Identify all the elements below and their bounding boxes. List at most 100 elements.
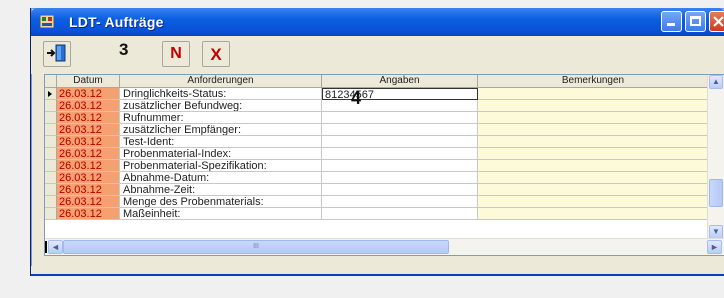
table-row[interactable]: 26.03.12 zusätzlicher Empfänger:	[45, 124, 709, 136]
value-cell[interactable]	[322, 172, 478, 184]
scroll-up-button[interactable]: ▲	[709, 75, 723, 89]
remarks-cell[interactable]	[478, 136, 709, 148]
remarks-cell[interactable]	[478, 160, 709, 172]
exit-door-icon	[47, 44, 66, 62]
remarks-cell[interactable]	[478, 88, 709, 100]
row-indicator[interactable]	[45, 100, 57, 112]
remarks-cell[interactable]	[478, 124, 709, 136]
scroll-right-button[interactable]: ►	[707, 240, 722, 254]
table-row[interactable]: 26.03.12 Dringlichkeits-Status: 81234567	[45, 88, 709, 100]
maximize-icon	[690, 16, 701, 26]
date-cell[interactable]: 26.03.12	[57, 208, 120, 220]
table-row[interactable]: 26.03.12 zusätzlicher Befundweg:	[45, 100, 709, 112]
requirement-cell[interactable]: Abnahme-Zeit:	[120, 184, 322, 196]
scroll-left-button[interactable]: ◄	[48, 240, 63, 254]
current-row-arrow-icon	[48, 91, 52, 97]
remarks-cell[interactable]	[478, 112, 709, 124]
remarks-cell[interactable]	[478, 172, 709, 184]
remarks-cell[interactable]	[478, 100, 709, 112]
date-cell[interactable]: 26.03.12	[57, 88, 120, 100]
horizontal-scrollbar[interactable]: ◄ III ►	[45, 238, 724, 255]
row-indicator[interactable]	[45, 208, 57, 220]
date-cell[interactable]: 26.03.12	[57, 160, 120, 172]
date-cell[interactable]: 26.03.12	[57, 100, 120, 112]
toolbar: N X	[31, 36, 724, 74]
vertical-scrollbar[interactable]: ▲ ▼	[707, 75, 724, 240]
remarks-cell[interactable]	[478, 148, 709, 160]
vertical-scroll-thumb[interactable]	[709, 179, 723, 207]
minimize-button[interactable]	[661, 11, 682, 32]
close-icon	[713, 16, 724, 27]
text-cursor-marker	[45, 241, 47, 253]
requirement-cell[interactable]: zusätzlicher Empfänger:	[120, 124, 322, 136]
minimize-icon	[667, 23, 675, 26]
table-row[interactable]: 26.03.12 Probenmaterial-Spezifikation:	[45, 160, 709, 172]
date-cell[interactable]: 26.03.12	[57, 148, 120, 160]
row-indicator[interactable]	[45, 112, 57, 124]
remarks-cell[interactable]	[478, 184, 709, 196]
new-button[interactable]: N	[162, 41, 190, 67]
requirement-cell[interactable]: Rufnummer:	[120, 112, 322, 124]
date-cell[interactable]: 26.03.12	[57, 136, 120, 148]
maximize-button[interactable]	[685, 11, 706, 32]
date-cell[interactable]: 26.03.12	[57, 184, 120, 196]
window-bottom-edge	[31, 266, 724, 276]
column-header-anforderungen[interactable]: Anforderungen	[120, 75, 322, 88]
scroll-down-button[interactable]: ▼	[709, 225, 723, 239]
value-cell[interactable]	[322, 160, 478, 172]
delete-button[interactable]: X	[202, 41, 230, 67]
ldt-auftraege-window: LDT- Aufträge N X 3 Datum Anforderungen …	[30, 8, 724, 276]
value-cell[interactable]: 81234567	[322, 88, 478, 100]
table-row[interactable]: 26.03.12 Test-Ident:	[45, 136, 709, 148]
column-header-bemerkungen[interactable]: Bemerkungen	[478, 75, 709, 88]
date-cell[interactable]: 26.03.12	[57, 124, 120, 136]
date-cell[interactable]: 26.03.12	[57, 196, 120, 208]
value-cell[interactable]	[322, 196, 478, 208]
header-corner	[45, 75, 57, 88]
column-header-datum[interactable]: Datum	[57, 75, 120, 88]
requirement-cell[interactable]: Maßeinheit:	[120, 208, 322, 220]
requirement-cell[interactable]: Dringlichkeits-Status:	[120, 88, 322, 100]
value-cell[interactable]	[322, 208, 478, 220]
value-cell[interactable]	[322, 184, 478, 196]
row-indicator[interactable]	[45, 124, 57, 136]
row-indicator[interactable]	[45, 136, 57, 148]
exit-button[interactable]	[43, 41, 71, 67]
value-cell[interactable]	[322, 100, 478, 112]
remarks-cell[interactable]	[478, 208, 709, 220]
value-cell[interactable]	[322, 148, 478, 160]
remarks-cell[interactable]	[478, 196, 709, 208]
row-indicator[interactable]	[45, 160, 57, 172]
value-cell[interactable]	[322, 124, 478, 136]
annotation-marker-3: 3	[119, 40, 129, 59]
column-header-angaben[interactable]: Angaben	[322, 75, 478, 88]
close-button[interactable]	[709, 11, 724, 32]
orders-grid: Datum Anforderungen Angaben Bemerkungen …	[44, 74, 724, 256]
window-title: LDT- Aufträge	[69, 14, 164, 30]
table-row[interactable]: 26.03.12 Abnahme-Zeit:	[45, 184, 709, 196]
value-cell[interactable]	[322, 112, 478, 124]
row-indicator[interactable]	[45, 172, 57, 184]
requirement-cell[interactable]: Probenmaterial-Spezifikation:	[120, 160, 322, 172]
table-row[interactable]: 26.03.12 Menge des Probenmaterials:	[45, 196, 709, 208]
table-row[interactable]: 26.03.12 Rufnummer:	[45, 112, 709, 124]
horizontal-scroll-thumb[interactable]: III	[63, 240, 449, 254]
requirement-cell[interactable]: Abnahme-Datum:	[120, 172, 322, 184]
row-indicator[interactable]	[45, 88, 57, 100]
date-cell[interactable]: 26.03.12	[57, 112, 120, 124]
requirement-cell[interactable]: Menge des Probenmaterials:	[120, 196, 322, 208]
table-row[interactable]: 26.03.12 Abnahme-Datum:	[45, 172, 709, 184]
row-indicator[interactable]	[45, 184, 57, 196]
requirement-cell[interactable]: Probenmaterial-Index:	[120, 148, 322, 160]
requirement-cell[interactable]: Test-Ident:	[120, 136, 322, 148]
delete-icon: X	[210, 45, 222, 64]
table-row[interactable]: 26.03.12 Probenmaterial-Index:	[45, 148, 709, 160]
row-indicator[interactable]	[45, 148, 57, 160]
title-bar[interactable]: LDT- Aufträge	[31, 8, 724, 36]
requirement-cell[interactable]: zusätzlicher Befundweg:	[120, 100, 322, 112]
row-indicator[interactable]	[45, 196, 57, 208]
value-cell[interactable]	[322, 136, 478, 148]
table-row[interactable]: 26.03.12 Maßeinheit:	[45, 208, 709, 220]
date-cell[interactable]: 26.03.12	[57, 172, 120, 184]
app-table-icon	[40, 15, 54, 28]
